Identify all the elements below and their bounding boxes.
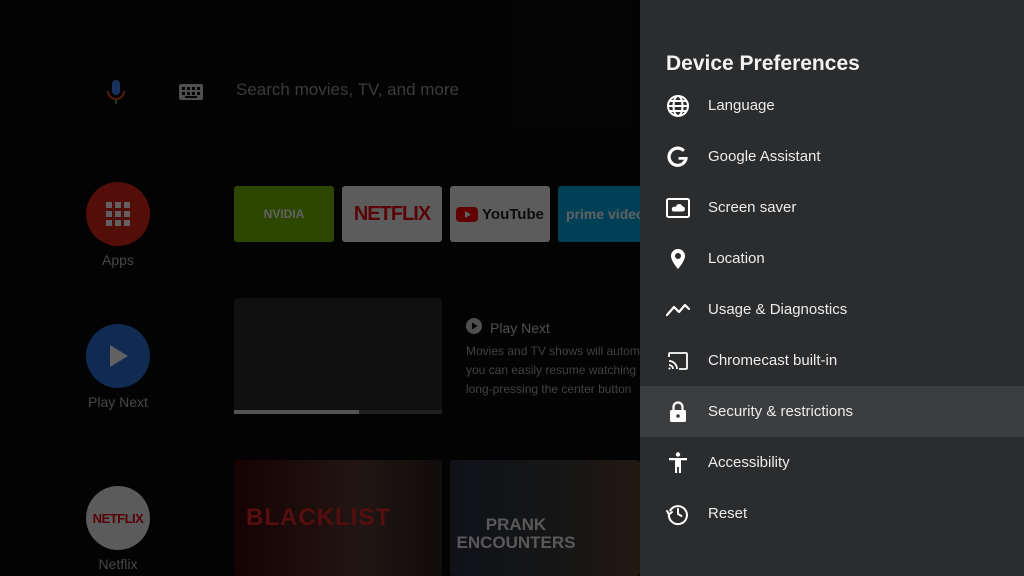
play-icon (86, 324, 150, 388)
menu-label: Security & restrictions (708, 403, 854, 420)
menu-item-location[interactable]: Location (640, 233, 1024, 284)
app-tile-netflix[interactable]: NETFLIX (342, 186, 442, 242)
menu-item-language[interactable]: Language (640, 80, 1024, 131)
menu-item-google-assistant[interactable]: Google Assistant (640, 131, 1024, 182)
rail-item-netflix[interactable]: NETFLIX Netflix (84, 486, 152, 572)
lock-icon (666, 400, 690, 424)
search-bar[interactable]: Search movies, TV, and more (236, 80, 459, 100)
menu-label: Google Assistant (708, 148, 821, 165)
menu-item-reset[interactable]: Reset (640, 488, 1024, 539)
play-circle-icon (466, 318, 482, 337)
history-icon (666, 502, 690, 526)
menu-item-chromecast[interactable]: Chromecast built-in (640, 335, 1024, 386)
menu-item-screen-saver[interactable]: Screen saver (640, 182, 1024, 233)
accessibility-icon (666, 451, 690, 475)
cast-icon (666, 349, 690, 373)
youtube-play-icon (456, 206, 479, 222)
menu-label: Chromecast built-in (708, 352, 838, 369)
microphone-icon[interactable] (104, 78, 128, 106)
panel-title: Device Preferences (666, 52, 860, 75)
netflix-logo: NETFLIX (86, 486, 150, 550)
menu-label: Location (708, 250, 765, 267)
google-g-icon (666, 145, 690, 169)
rail-item-play-next[interactable]: Play Next (84, 324, 152, 410)
keyboard-icon[interactable] (178, 82, 204, 102)
thumbnail-blacklist[interactable]: BLACKLIST (234, 460, 442, 576)
trend-line-icon (665, 298, 691, 322)
play-next-card[interactable] (234, 298, 442, 414)
rail-label-apps: Apps (102, 252, 134, 268)
progress-bar (234, 410, 442, 414)
app-tile-youtube[interactable]: YouTube (450, 186, 550, 242)
thumbnail-prank-encounters[interactable]: PRANK ENCOUNTERS (450, 460, 640, 576)
play-next-heading: Play Next (466, 318, 550, 337)
play-next-description: Movies and TV shows will autom you can e… (466, 344, 640, 396)
menu-label: Language (708, 97, 775, 114)
menu-label: Accessibility (708, 454, 790, 471)
menu-label: Usage & Diagnostics (708, 301, 848, 318)
menu-label: Screen saver (708, 199, 797, 216)
home-screen: Search movies, TV, and more Apps Play Ne… (0, 0, 640, 576)
menu-item-accessibility[interactable]: Accessibility (640, 437, 1024, 488)
menu-item-security-restrictions[interactable]: Security & restrictions (640, 386, 1024, 437)
menu-label: Reset (708, 505, 748, 522)
rail-label-play-next: Play Next (88, 394, 148, 410)
screen-saver-icon (666, 196, 690, 220)
location-pin-icon (666, 247, 690, 271)
globe-icon (666, 94, 690, 118)
app-tile-nvidia[interactable]: NVIDIA (234, 186, 334, 242)
rail-label-netflix: Netflix (98, 556, 138, 572)
device-preferences-panel: Device Preferences Language Google Assis… (640, 0, 1024, 576)
app-tile-prime-video[interactable]: prime video (558, 186, 640, 242)
apps-grid-icon (86, 182, 150, 246)
menu-item-usage-diagnostics[interactable]: Usage & Diagnostics (640, 284, 1024, 335)
rail-item-apps[interactable]: Apps (84, 182, 152, 268)
